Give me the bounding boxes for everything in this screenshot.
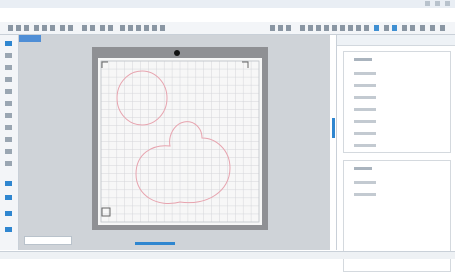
maximize-icon[interactable] (435, 1, 440, 6)
polyline-tool-icon[interactable] (5, 77, 12, 82)
panel-option[interactable] (354, 181, 376, 184)
minimize-icon[interactable] (425, 1, 430, 6)
properties-panel (336, 35, 455, 272)
panel-option[interactable] (354, 193, 376, 196)
rotate-icon[interactable] (128, 25, 133, 31)
ungroup-icon[interactable] (160, 25, 165, 31)
zoom-in-icon[interactable] (82, 25, 87, 31)
cut-icon[interactable] (34, 25, 39, 31)
store-icon[interactable] (286, 25, 291, 31)
cutter-icon[interactable] (392, 25, 397, 31)
menu-bar (10, 13, 120, 18)
line-tool-icon[interactable] (5, 65, 12, 70)
mat-load-marker (174, 50, 180, 56)
knife-tool-icon[interactable] (5, 195, 12, 200)
cutting-mat-canvas[interactable] (98, 58, 262, 225)
undo-icon[interactable] (60, 25, 65, 31)
curve-tool-icon[interactable] (5, 89, 12, 94)
registration-mark-top-left (101, 61, 108, 68)
preferences-icon[interactable] (410, 25, 415, 31)
panel-option[interactable] (354, 120, 376, 123)
cut-settings-icon[interactable] (384, 25, 389, 31)
cutting-mat-grid (100, 60, 259, 222)
modify-icon[interactable] (340, 25, 345, 31)
panel-section-heading (354, 167, 372, 170)
panel-option[interactable] (354, 72, 376, 75)
page-setup-icon[interactable] (300, 25, 305, 31)
select-tool-icon[interactable] (5, 41, 12, 46)
transform-icon[interactable] (324, 25, 329, 31)
open-file-icon[interactable] (16, 25, 21, 31)
document-tab[interactable] (19, 35, 41, 42)
new-file-icon[interactable] (8, 25, 13, 31)
panel-header (337, 35, 455, 46)
line-style-icon[interactable] (316, 25, 321, 31)
account-icon[interactable] (430, 25, 435, 31)
zoom-tool-icon[interactable] (5, 211, 12, 216)
library-icon[interactable] (278, 25, 283, 31)
panel-option[interactable] (354, 96, 376, 99)
panel-option[interactable] (354, 108, 376, 111)
redo-icon[interactable] (68, 25, 73, 31)
panel-section-heading (354, 58, 372, 61)
toolbar (0, 22, 455, 35)
title-bar (0, 0, 455, 8)
grid-icon[interactable] (120, 25, 125, 31)
align-icon[interactable] (144, 25, 149, 31)
save-icon[interactable] (24, 25, 29, 31)
polygon-tool-icon[interactable] (5, 137, 12, 142)
design-view-icon[interactable] (270, 25, 275, 31)
cut-shape-lobed[interactable] (135, 121, 231, 204)
panel-option[interactable] (354, 132, 376, 135)
eraser-tool-icon[interactable] (5, 181, 12, 186)
cutting-mat[interactable] (98, 58, 262, 225)
panel-option[interactable] (354, 84, 376, 87)
pan-tool-icon[interactable] (5, 227, 12, 232)
registration-mark-top-right (242, 61, 249, 68)
zoom-out-icon[interactable] (90, 25, 95, 31)
text-tool-icon[interactable] (5, 161, 12, 166)
settings-icon[interactable] (440, 25, 445, 31)
replicate-icon[interactable] (332, 25, 337, 31)
mirror-icon[interactable] (136, 25, 141, 31)
panel-option[interactable] (354, 144, 376, 147)
layers-icon[interactable] (402, 25, 407, 31)
ellipse-tool-icon[interactable] (5, 125, 12, 130)
edit-points-icon[interactable] (5, 53, 12, 58)
horizontal-scrollbar-thumb[interactable] (135, 242, 175, 245)
page-tab[interactable] (24, 236, 72, 245)
copy-icon[interactable] (42, 25, 47, 31)
offset-icon[interactable] (348, 25, 353, 31)
freehand-tool-icon[interactable] (5, 149, 12, 154)
close-icon[interactable] (445, 1, 450, 6)
left-toolbar (0, 35, 19, 250)
group-icon[interactable] (152, 25, 157, 31)
fit-to-page-icon[interactable] (108, 25, 113, 31)
text-style-icon[interactable] (364, 25, 369, 31)
vertical-scrollbar-thumb[interactable] (332, 118, 335, 138)
fill-icon[interactable] (308, 25, 313, 31)
panel-section-top (343, 51, 451, 153)
send-icon[interactable] (374, 25, 379, 31)
pan-icon[interactable] (100, 25, 105, 31)
help-icon[interactable] (420, 25, 425, 31)
rectangle-tool-icon[interactable] (5, 113, 12, 118)
paste-icon[interactable] (50, 25, 55, 31)
arc-tool-icon[interactable] (5, 101, 12, 106)
trace-icon[interactable] (356, 25, 361, 31)
